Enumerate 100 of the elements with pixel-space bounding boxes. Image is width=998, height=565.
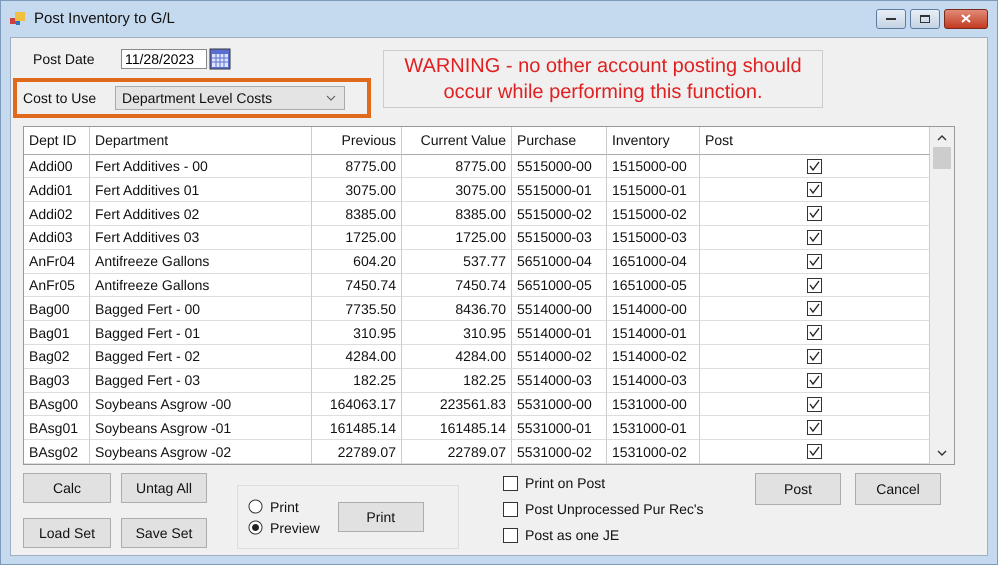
checkbox-option[interactable]: Post Unprocessed Pur Rec's (503, 501, 755, 517)
column-header[interactable]: Dept ID (24, 126, 90, 155)
radio-button[interactable] (248, 499, 263, 514)
table-cell: Soybeans Asgrow -00 (90, 392, 312, 416)
table-cell: 1515000-02 (607, 202, 700, 226)
table-cell: Addi00 (24, 154, 90, 178)
checkbox[interactable] (807, 396, 822, 412)
checkbox[interactable] (807, 182, 822, 198)
table-cell: 1515000-03 (607, 226, 700, 250)
action-button[interactable]: Cancel (855, 473, 941, 505)
table-cell: Antifreeze Gallons (90, 274, 312, 298)
checkbox[interactable] (807, 348, 822, 364)
table-cell: 8436.70 (402, 297, 512, 322)
table-cell: Bagged Fert - 01 (90, 321, 312, 346)
action-button[interactable]: Untag All (121, 473, 207, 503)
table-cell: 182.25 (312, 368, 402, 393)
checkbox[interactable] (807, 420, 822, 436)
table-cell: 5514000-03 (512, 368, 607, 393)
table-cell: Fert Additives - 00 (90, 154, 312, 178)
checkbox[interactable] (807, 301, 822, 316)
table-cell: 22789.07 (402, 440, 512, 464)
checkbox[interactable] (807, 206, 822, 222)
action-button[interactable]: Load Set (23, 518, 111, 548)
table-cell: Fert Additives 02 (90, 202, 312, 226)
checkbox[interactable] (807, 444, 822, 460)
action-button[interactable]: Save Set (121, 518, 207, 548)
table-cell: 1515000-01 (607, 178, 700, 202)
table-cell: Bag03 (24, 368, 90, 393)
checkbox[interactable] (807, 254, 822, 269)
table-cell: 5651000-05 (512, 274, 607, 298)
radio-option[interactable]: Print (248, 498, 320, 514)
table-cell: 1514000-01 (607, 321, 700, 346)
table-cell: Addi03 (24, 226, 90, 250)
checkbox[interactable] (807, 325, 822, 340)
scrollbar-thumb[interactable] (933, 146, 951, 169)
calendar-icon[interactable] (209, 48, 231, 70)
table-cell: Bag00 (24, 297, 90, 322)
table-cell: Fert Additives 03 (90, 226, 312, 250)
table-cell: BAsg00 (24, 392, 90, 416)
table-cell: 310.95 (312, 321, 402, 346)
app-icon (10, 12, 26, 26)
table-cell: 5515000-02 (512, 202, 607, 226)
scroll-up-icon[interactable] (937, 134, 947, 141)
column-header[interactable]: Purchase (512, 126, 607, 155)
table-cell: 8775.00 (402, 154, 512, 178)
table-cell: Antifreeze Gallons (90, 250, 312, 274)
table-cell: 5515000-01 (512, 178, 607, 202)
table-cell: Bagged Fert - 02 (90, 345, 312, 369)
table-cell: 604.20 (312, 250, 402, 274)
table-cell: 7735.50 (312, 297, 402, 322)
column-header[interactable]: Post (700, 126, 930, 155)
table-cell: 3075.00 (312, 178, 402, 202)
checkbox[interactable] (807, 230, 822, 245)
maximize-icon (920, 14, 930, 23)
window-title: Post Inventory to G/L (34, 10, 175, 28)
radio-option[interactable]: Preview (248, 520, 320, 536)
table-cell: 1531000-02 (607, 440, 700, 464)
checkbox[interactable] (807, 372, 822, 388)
close-icon (961, 14, 971, 24)
maximize-button[interactable] (910, 8, 940, 29)
radio-button[interactable] (248, 520, 263, 535)
table-cell: 5531000-01 (512, 416, 607, 440)
minimize-button[interactable] (876, 8, 906, 29)
table-cell: 4284.00 (312, 345, 402, 369)
table-cell: 5514000-02 (512, 345, 607, 369)
scroll-down-icon[interactable] (937, 450, 947, 456)
table-cell: 310.95 (402, 321, 512, 346)
field-label: Post Date (33, 50, 96, 67)
table-cell: BAsg02 (24, 440, 90, 464)
action-button[interactable]: Calc (23, 473, 111, 503)
checkbox[interactable] (807, 278, 822, 293)
table-cell: 3075.00 (402, 178, 512, 202)
table-cell: Fert Additives 01 (90, 178, 312, 202)
cost-dropdown[interactable]: Department Level Costs (115, 86, 345, 110)
table-cell: 5531000-00 (512, 392, 607, 416)
table-cell: 1651000-05 (607, 274, 700, 298)
vertical-scrollbar[interactable] (930, 126, 954, 464)
print-button[interactable]: Print (338, 502, 424, 532)
action-button[interactable]: Post (755, 473, 841, 505)
table-cell: 4284.00 (402, 345, 512, 369)
column-header[interactable]: Inventory (607, 126, 700, 155)
table-cell: Addi02 (24, 202, 90, 226)
checkbox[interactable] (503, 476, 518, 490)
checkbox[interactable] (503, 502, 518, 516)
table-cell: Bag02 (24, 345, 90, 369)
table-cell: Soybeans Asgrow -02 (90, 440, 312, 464)
close-button[interactable] (944, 8, 988, 29)
table-cell: 8385.00 (312, 202, 402, 226)
column-header[interactable]: Department (90, 126, 312, 155)
checkbox[interactable] (503, 528, 518, 542)
table-cell: 164063.17 (312, 392, 402, 416)
checkbox-option[interactable]: Print on Post (503, 475, 755, 491)
table-cell: 7450.74 (402, 274, 512, 298)
table-cell: BAsg01 (24, 416, 90, 440)
column-header[interactable]: Previous (312, 126, 402, 155)
checkbox[interactable] (807, 158, 822, 174)
table-cell: 182.25 (402, 368, 512, 393)
checkbox-option[interactable]: Post as one JE (503, 527, 755, 543)
date-field[interactable]: 11/28/2023 (121, 48, 207, 69)
column-header[interactable]: Current Value (402, 126, 512, 155)
